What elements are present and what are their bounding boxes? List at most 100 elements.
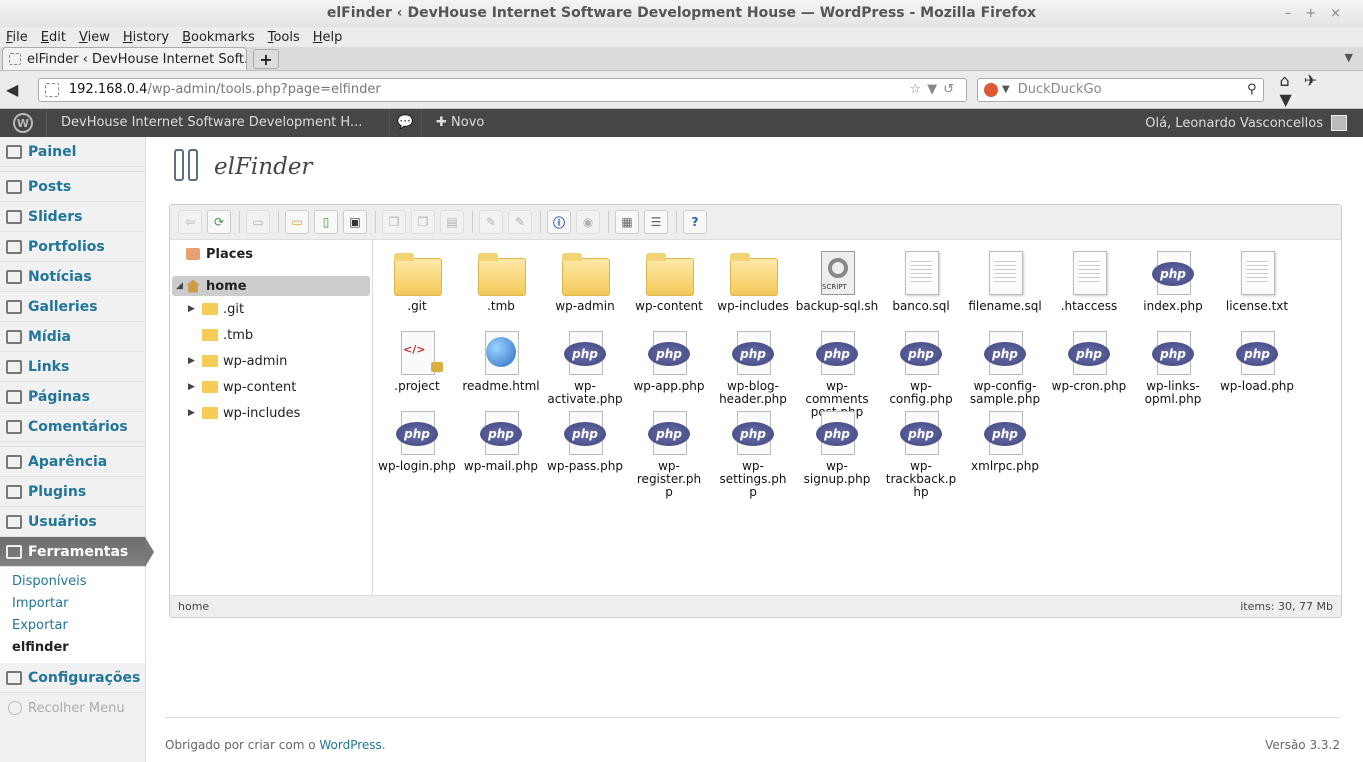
tree-item-tmb[interactable]: .tmb [170, 322, 372, 348]
bookmark-star-icon[interactable]: ☆▼↺ [909, 82, 960, 97]
file-item[interactable]: wp-admin [543, 248, 627, 313]
list-view-icon[interactable]: ☰ [644, 210, 668, 234]
engine-dropdown-icon[interactable]: ▼ [1002, 84, 1010, 95]
paste-icon[interactable]: ❐ [411, 210, 435, 234]
home-icon[interactable]: ⌂✈▼ [1280, 71, 1357, 109]
sidebar-item-posts[interactable]: Posts [0, 172, 145, 202]
sidebar-item-usu-rios[interactable]: Usuários [0, 507, 145, 537]
sidebar-item-sliders[interactable]: Sliders [0, 202, 145, 232]
menu-view[interactable]: View [79, 30, 110, 45]
status-path[interactable]: home [178, 600, 209, 613]
file-item[interactable]: license.txt [1215, 248, 1299, 313]
info-icon[interactable]: ⓘ [547, 210, 571, 234]
file-item[interactable]: php xmlrpc.php [963, 408, 1047, 473]
collapse-menu-button[interactable]: Recolher Menu [0, 693, 145, 723]
rename-icon[interactable]: ✎ [479, 210, 503, 234]
file-item[interactable]: php wp-mail.php [459, 408, 543, 473]
icons-view-icon[interactable]: ▦ [615, 210, 639, 234]
sidebar-item-links[interactable]: Links [0, 352, 145, 382]
file-item[interactable]: php wp-comments post.php [795, 328, 879, 419]
file-item[interactable]: readme.html [459, 328, 543, 393]
file-item[interactable]: php wp-register.ph p [627, 408, 711, 499]
menu-tools[interactable]: Tools [268, 30, 300, 45]
open-folder-icon[interactable]: ▭ [246, 210, 270, 234]
sidebar-item-ferramentas[interactable]: Ferramentas [0, 537, 154, 567]
wordpress-link[interactable]: WordPress [319, 738, 381, 752]
wordpress-logo-icon[interactable]: W [0, 113, 46, 133]
file-item[interactable]: wp-content [627, 248, 711, 313]
file-item[interactable]: php wp-config- sample.php [963, 328, 1047, 406]
menu-file[interactable]: File [6, 30, 28, 45]
copy-icon[interactable]: ❐ [382, 210, 406, 234]
menu-bookmarks[interactable]: Bookmarks [182, 30, 255, 45]
file-item[interactable]: wp-includes [711, 248, 795, 313]
file-item[interactable]: </> .project [375, 328, 459, 393]
file-item[interactable]: php wp-blog- header.php [711, 328, 795, 406]
sidebar-item-apar-ncia[interactable]: Aparência [0, 447, 145, 477]
file-item[interactable]: .tmb [459, 248, 543, 313]
tree-item-wp-includes[interactable]: ▶ wp-includes [170, 400, 372, 426]
back-arrow-icon[interactable]: ◀ [6, 80, 28, 99]
upload-icon[interactable]: ▣ [343, 210, 367, 234]
file-item[interactable]: php wp-links- opml.php [1131, 328, 1215, 406]
file-item[interactable]: filename.sql [963, 248, 1047, 313]
sidebar-item-configura-es[interactable]: Configurações [0, 663, 145, 693]
submenu-item-elfinder[interactable]: elfinder [0, 637, 145, 659]
file-item[interactable]: php wp-load.php [1215, 328, 1299, 393]
sidebar-item-painel[interactable]: Painel [0, 137, 145, 167]
places-header[interactable]: Places [170, 240, 372, 268]
file-item[interactable]: php wp-settings.ph p [711, 408, 795, 499]
help-icon[interactable]: ? [683, 210, 707, 234]
adminbar-account[interactable]: Olá, Leonardo Vasconcellos [1145, 115, 1363, 131]
edit-icon[interactable]: ✎ [508, 210, 532, 234]
file-item[interactable]: php wp-pass.php [543, 408, 627, 473]
file-item[interactable]: php wp-activate.php [543, 328, 627, 406]
preview-icon[interactable]: ◉ [576, 210, 600, 234]
sidebar-item-m-dia[interactable]: Mídia [0, 322, 145, 352]
window-controls[interactable]: –+× [1285, 0, 1355, 27]
submenu-item-importar[interactable]: Importar [0, 593, 145, 615]
sidebar-item-galleries[interactable]: Galleries [0, 292, 145, 322]
file-item[interactable]: php wp-cron.php [1047, 328, 1131, 393]
site-identity-icon[interactable] [44, 82, 59, 97]
expand-arrow-icon[interactable]: ▶ [188, 382, 198, 392]
tree-item-home[interactable]: ◢ home [172, 276, 370, 296]
sidebar-item-p-ginas[interactable]: Páginas [0, 382, 145, 412]
menu-edit[interactable]: Edit [41, 30, 66, 45]
file-item[interactable]: php wp-config.php [879, 328, 963, 406]
menu-history[interactable]: History [123, 30, 169, 45]
sidebar-item-portfolios[interactable]: Portfolios [0, 232, 145, 262]
delete-icon[interactable]: ▤ [440, 210, 464, 234]
file-item[interactable]: php wp-app.php [627, 328, 711, 393]
sidebar-item-not-cias[interactable]: Notícias [0, 262, 145, 292]
url-bar[interactable]: 192.168.0.4 /wp-admin/tools.php?page=elf… [37, 77, 967, 102]
sidebar-item-coment-rios[interactable]: Comentários [0, 412, 145, 442]
search-icon[interactable]: ⚲ [1247, 82, 1257, 97]
file-item[interactable]: banco.sql [879, 248, 963, 313]
file-item[interactable]: php index.php [1131, 248, 1215, 313]
file-item[interactable]: .htaccess [1047, 248, 1131, 313]
new-file-icon[interactable]: ▯ [314, 210, 338, 234]
file-item[interactable]: SCRIPT backup-sql.sh [795, 248, 879, 313]
tree-item-git[interactable]: ▶ .git [170, 296, 372, 322]
search-bar[interactable]: ▼ DuckDuckGo ⚲ [977, 77, 1264, 102]
duckduckgo-icon[interactable] [984, 82, 998, 97]
tree-item-wp-content[interactable]: ▶ wp-content [170, 374, 372, 400]
tree-item-wp-admin[interactable]: ▶ wp-admin [170, 348, 372, 374]
tab-list-icon[interactable]: ▼ [1345, 51, 1353, 64]
menu-help[interactable]: Help [313, 30, 343, 45]
file-item[interactable]: php wp-signup.php [795, 408, 879, 486]
file-item[interactable]: php wp-login.php [375, 408, 459, 473]
comments-icon[interactable]: 💬 [390, 109, 422, 137]
reload-icon[interactable]: ⟳ [207, 210, 231, 234]
expand-arrow-icon[interactable]: ▶ [188, 408, 198, 418]
new-folder-icon[interactable]: ▭ [285, 210, 309, 234]
adminbar-site-name[interactable]: DevHouse Internet Software Development H… [46, 109, 390, 137]
expand-arrow-icon[interactable]: ▶ [188, 304, 198, 314]
back-icon[interactable]: ⇦ [178, 210, 202, 234]
browser-tab[interactable]: elFinder ‹ DevHouse Internet Soft... [2, 47, 247, 70]
expand-arrow-icon[interactable]: ▶ [188, 356, 198, 366]
collapse-arrow-icon[interactable]: ◢ [176, 281, 186, 291]
file-item[interactable]: php wp-trackback.p hp [879, 408, 963, 499]
submenu-item-dispon-veis[interactable]: Disponíveis [0, 571, 145, 593]
